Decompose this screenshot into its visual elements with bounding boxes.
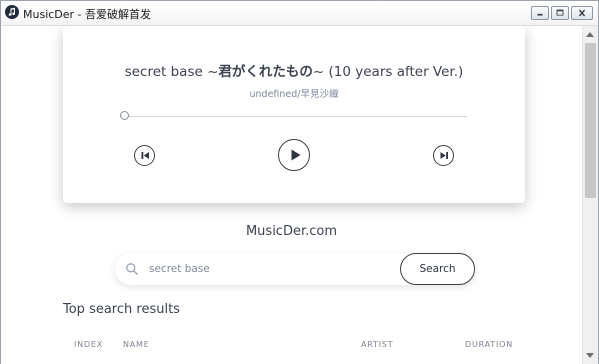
column-header-index[interactable]: INDEX (74, 340, 103, 349)
song-artist: undefined/早見沙織 (249, 89, 339, 100)
scroll-thumb[interactable] (585, 43, 596, 198)
column-header-name[interactable]: NAME (123, 340, 150, 349)
maximize-button[interactable] (551, 6, 569, 20)
app-window: MusicDer - 吾爱破解首发 secret base ~君がくれたもの~ … (0, 0, 599, 364)
search-box: Search (115, 253, 475, 285)
site-name: MusicDer.com (245, 224, 338, 239)
minimize-button[interactable] (531, 6, 549, 20)
search-icon (126, 263, 138, 275)
maximize-icon (556, 9, 564, 16)
close-button[interactable] (571, 6, 593, 20)
song-title-suffix: ~ (10 years after Ver.) (312, 64, 464, 80)
search-button[interactable]: Search (400, 253, 475, 285)
column-header-artist[interactable]: ARTIST (361, 340, 393, 349)
vertical-scrollbar[interactable] (582, 26, 598, 364)
song-title-japanese: 君がくれたもの (218, 64, 313, 80)
results-heading: Top search results (63, 302, 180, 317)
progress-track[interactable] (125, 116, 467, 117)
window-controls (531, 6, 593, 20)
previous-button[interactable] (134, 145, 155, 166)
column-header-duration[interactable]: DURATION (465, 340, 513, 349)
music-note-icon (5, 5, 19, 19)
scroll-down-icon[interactable] (586, 353, 594, 358)
progress-knob[interactable] (120, 111, 129, 120)
play-button[interactable] (278, 139, 310, 171)
main-content: secret base ~君がくれたもの~ (10 years after Ve… (1, 26, 582, 364)
window-title: MusicDer - 吾爱破解首发 (23, 8, 152, 21)
scroll-up-icon[interactable] (586, 32, 594, 37)
skip-next-icon (440, 152, 448, 159)
close-icon (578, 9, 586, 17)
player-card: secret base ~君がくれたもの~ (10 years after Ve… (63, 26, 525, 203)
song-title-prefix: secret base ~ (124, 64, 219, 80)
minimize-icon (537, 13, 543, 16)
play-icon (291, 149, 301, 161)
song-title: secret base ~君がくれたもの~ (10 years after Ve… (63, 60, 525, 80)
next-button[interactable] (433, 145, 454, 166)
search-input[interactable] (149, 259, 389, 279)
title-bar[interactable]: MusicDer - 吾爱破解首发 (1, 1, 598, 26)
skip-previous-icon (141, 152, 149, 159)
